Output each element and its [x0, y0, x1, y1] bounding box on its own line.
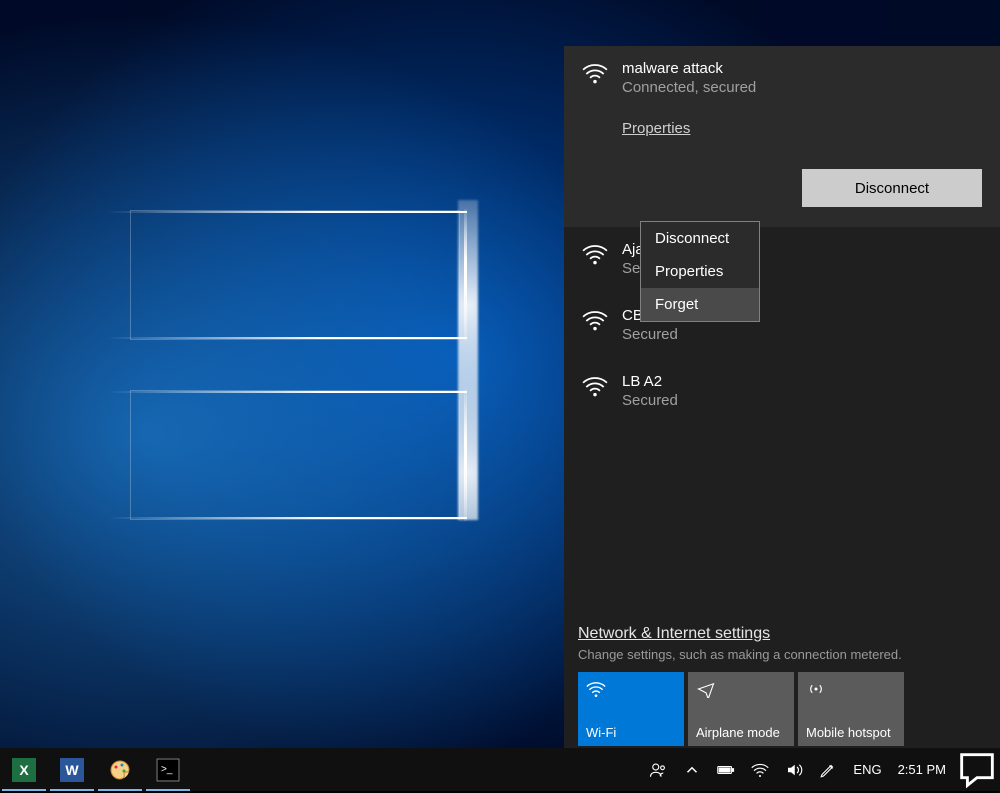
quick-action-tiles: Wi-Fi Airplane mode Mobile hotspot [578, 672, 986, 746]
tray-chevron-up-icon[interactable] [675, 748, 709, 791]
properties-link[interactable]: Properties [622, 120, 690, 137]
taskbar-app-terminal[interactable]: >_ [144, 748, 192, 791]
network-item-connected[interactable]: malware attack Connected, secured Proper… [564, 46, 1000, 227]
tile-mobile-hotspot[interactable]: Mobile hotspot [798, 672, 904, 746]
svg-text:W: W [65, 762, 79, 778]
wifi-tray-icon[interactable] [743, 748, 777, 791]
wifi-icon [582, 243, 608, 265]
system-tray: ENG 2:51 PM [641, 748, 1000, 791]
network-item[interactable]: AjaSe [564, 227, 1000, 293]
network-item[interactable]: CBSecured [564, 293, 1000, 359]
taskbar: X W >_ [0, 748, 1000, 791]
network-status: Secured [622, 326, 678, 343]
network-context-menu: DisconnectPropertiesForget [640, 221, 760, 322]
tile-wi-fi[interactable]: Wi-Fi [578, 672, 684, 746]
wifi-icon [582, 62, 608, 84]
battery-icon[interactable] [709, 748, 743, 791]
network-name: LB A2 [622, 373, 678, 390]
tile-airplane-mode[interactable]: Airplane mode [688, 672, 794, 746]
network-item[interactable]: LB A2 Secured [564, 359, 1000, 425]
wifi-icon [582, 309, 608, 331]
clock[interactable]: 2:51 PM [890, 748, 954, 791]
context-menu-forget[interactable]: Forget [641, 288, 759, 321]
tile-label: Airplane mode [696, 725, 786, 740]
network-name: malware attack [622, 60, 756, 77]
svg-text:>_: >_ [161, 764, 173, 775]
network-settings-link[interactable]: Network & Internet settings [578, 625, 770, 642]
context-menu-properties[interactable]: Properties [641, 255, 759, 288]
svg-text:X: X [19, 762, 29, 778]
network-flyout: malware attack Connected, secured Proper… [564, 46, 1000, 748]
people-icon[interactable] [641, 748, 675, 791]
wallpaper-window-bottom [130, 390, 460, 520]
taskbar-app-paint[interactable] [96, 748, 144, 791]
wifi-icon [582, 375, 608, 397]
disconnect-button[interactable]: Disconnect [802, 169, 982, 207]
tile-label: Mobile hotspot [806, 725, 896, 740]
network-settings-subtitle: Change settings, such as making a connec… [578, 647, 986, 662]
flyout-bottom-panel: Network & Internet settings Change setti… [564, 625, 1000, 748]
hotspot-icon [806, 680, 896, 698]
taskbar-app-word[interactable]: W [48, 748, 96, 791]
network-list: malware attack Connected, secured Proper… [564, 46, 1000, 600]
airplane-icon [696, 680, 786, 698]
language-indicator[interactable]: ENG [845, 748, 889, 791]
pen-icon[interactable] [811, 748, 845, 791]
context-menu-disconnect[interactable]: Disconnect [641, 222, 759, 255]
taskbar-app-excel[interactable]: X [0, 748, 48, 791]
tile-label: Wi-Fi [586, 725, 676, 740]
wallpaper-window-top [130, 210, 460, 340]
action-center-icon[interactable] [954, 747, 1000, 793]
wifi-icon [586, 680, 676, 698]
wallpaper-glow [458, 200, 478, 520]
network-status: Connected, secured [622, 79, 756, 96]
volume-icon[interactable] [777, 748, 811, 791]
network-status: Secured [622, 392, 678, 409]
